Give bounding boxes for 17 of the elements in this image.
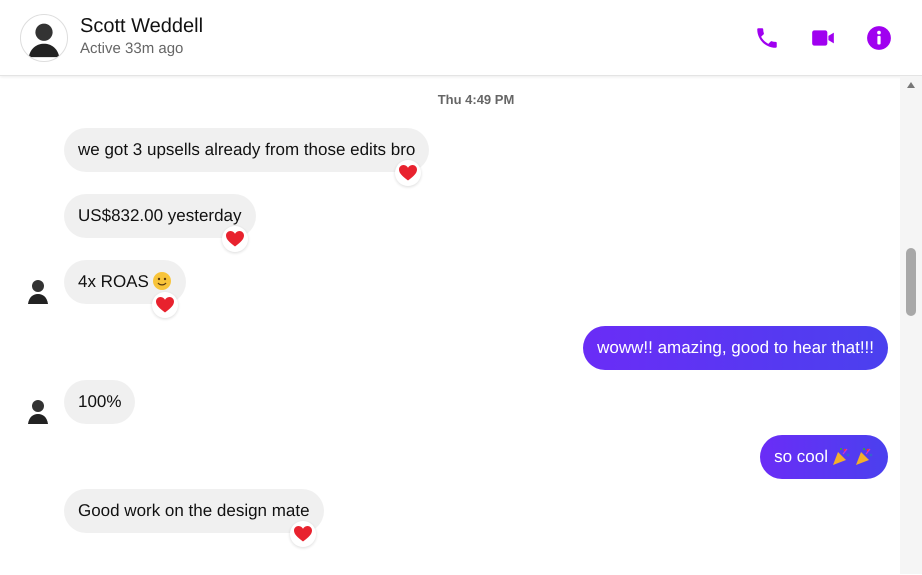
active-status: Active 33m ago <box>80 39 184 60</box>
contact-name: Scott Weddell <box>80 14 204 38</box>
sent-message-bubble: woww!! amazing, good to hear that!!! <box>583 326 888 370</box>
info-icon[interactable] <box>866 24 892 50</box>
heart-reaction-icon[interactable] <box>290 520 316 546</box>
heart-reaction-icon[interactable] <box>222 226 248 252</box>
sent-message-bubble: so cool <box>760 434 888 478</box>
message-timestamp: Thu 4:49 PM <box>436 91 516 109</box>
party-popper-icon <box>831 446 851 466</box>
heart-reaction-icon[interactable] <box>152 292 178 318</box>
scrollbar-thumb[interactable] <box>906 248 916 316</box>
avatar-silhouette-icon <box>20 14 68 62</box>
scroll-up-arrow-icon[interactable] <box>907 82 915 88</box>
received-message-bubble: 100% <box>64 380 136 424</box>
party-popper-icon <box>854 446 874 466</box>
smiley-face-icon <box>152 270 172 290</box>
heart-reaction-icon[interactable] <box>395 160 422 186</box>
